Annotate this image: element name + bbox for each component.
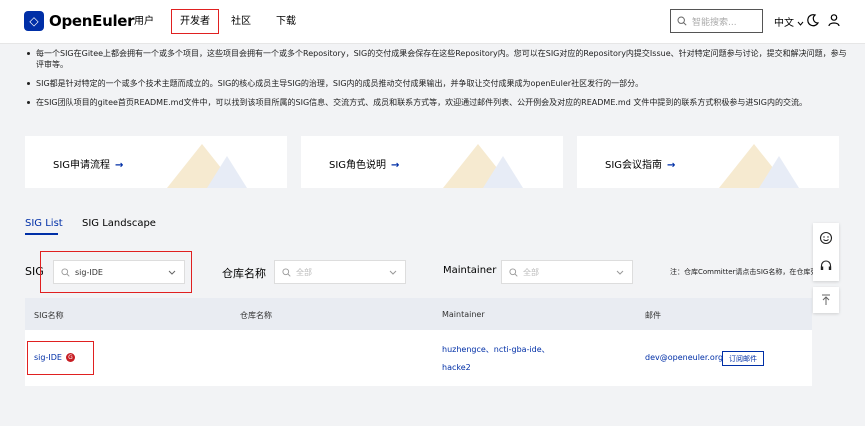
- search-placeholder: 智能搜索...: [692, 17, 737, 28]
- card-label: SIG申请流程 →: [53, 160, 124, 171]
- card-label: SIG会议指南 →: [605, 160, 676, 171]
- nav-item-download[interactable]: 下载: [276, 0, 296, 44]
- note-item: 每一个SIG在Gitee上都会拥有一个或多个项目，这些项目会拥有一个或多个Rep…: [27, 48, 847, 70]
- sig-select-highlight: [40, 251, 192, 293]
- search-input[interactable]: 智能搜索...: [670, 9, 763, 33]
- back-to-top-button[interactable]: [813, 287, 839, 313]
- decorative-triangle-icon: [167, 144, 247, 188]
- repo-select-placeholder: 全部: [296, 267, 312, 277]
- openeuler-logo-icon: ◇: [24, 11, 44, 31]
- logo-text: OpenEuler: [49, 12, 135, 30]
- chevron-down-icon: [389, 270, 397, 275]
- search-icon: [282, 267, 291, 277]
- maintainer-filter-label: Maintainer: [443, 265, 497, 276]
- filter-note: 注：仓库Committer请点击SIG名称，在仓库列表中查看: [670, 268, 815, 276]
- top-header: ◇ OpenEuler 用户 开发者 社区 下载 智能搜索... 中文: [0, 0, 865, 44]
- card-sig-roles[interactable]: SIG角色说明 →: [301, 136, 563, 188]
- chevron-down-icon: [616, 270, 624, 275]
- arrow-right-icon: →: [391, 160, 400, 171]
- headset-icon[interactable]: [819, 259, 833, 273]
- search-icon: [677, 16, 687, 26]
- floating-toolbar: [813, 223, 839, 281]
- decorative-triangle-icon: [443, 144, 523, 188]
- moon-icon[interactable]: [806, 13, 820, 27]
- sig-name-highlight: [27, 341, 94, 375]
- card-sig-apply[interactable]: SIG申请流程 →: [25, 136, 287, 188]
- card-sig-meeting[interactable]: SIG会议指南 →: [577, 136, 839, 188]
- nav-item-community[interactable]: 社区: [231, 0, 251, 44]
- card-label: SIG角色说明 →: [329, 160, 400, 171]
- tab-sig-landscape[interactable]: SIG Landscape: [82, 218, 156, 229]
- decorative-triangle-icon: [719, 144, 799, 188]
- logo[interactable]: ◇ OpenEuler: [24, 11, 135, 31]
- language-select[interactable]: 中文: [774, 14, 804, 29]
- subscribe-button[interactable]: 订阅邮件: [722, 351, 764, 366]
- arrow-right-icon: →: [667, 160, 676, 171]
- arrow-right-icon: →: [115, 160, 124, 171]
- column-header: 仓库名称: [240, 311, 272, 320]
- user-icon[interactable]: [827, 13, 841, 27]
- maintainer-link[interactable]: hacke2: [442, 363, 471, 372]
- maintainer-select[interactable]: 全部: [501, 260, 633, 284]
- tab-sig-list[interactable]: SIG List: [25, 218, 63, 229]
- language-label: 中文: [774, 18, 794, 29]
- email-link[interactable]: dev@openeuler.org: [645, 353, 723, 362]
- nav-item-users[interactable]: 用户: [134, 0, 154, 44]
- repo-select[interactable]: 全部: [274, 260, 406, 284]
- table-row: sig-IDE G huzhengce、ncti-gba-ide、 hacke2…: [25, 330, 812, 386]
- search-icon: [509, 267, 518, 277]
- sig-notes: 每一个SIG在Gitee上都会拥有一个或多个项目，这些项目会拥有一个或多个Rep…: [27, 48, 847, 116]
- column-header: Maintainer: [442, 310, 485, 319]
- smile-icon[interactable]: [819, 231, 833, 245]
- note-item: SIG都是针对特定的一个或多个技术主题而成立的。SIG的核心成员主导SIG的治理…: [27, 78, 847, 89]
- table-header: SIG名称 仓库名称 Maintainer 邮件: [25, 298, 812, 330]
- arrow-up-icon: [822, 294, 830, 305]
- repo-filter-label: 仓库名称: [222, 267, 266, 280]
- nav-active-highlight: [171, 9, 219, 34]
- chevron-down-icon: [797, 21, 804, 26]
- note-item: 在SIG团队项目的gitee首页README.md文件中，可以找到该项目所属的S…: [27, 97, 847, 108]
- maintainer-select-placeholder: 全部: [523, 267, 539, 277]
- tab-underline: [25, 233, 58, 235]
- maintainer-link[interactable]: huzhengce、ncti-gba-ide、: [442, 344, 550, 355]
- column-header: 邮件: [645, 311, 661, 320]
- column-header: SIG名称: [34, 311, 64, 320]
